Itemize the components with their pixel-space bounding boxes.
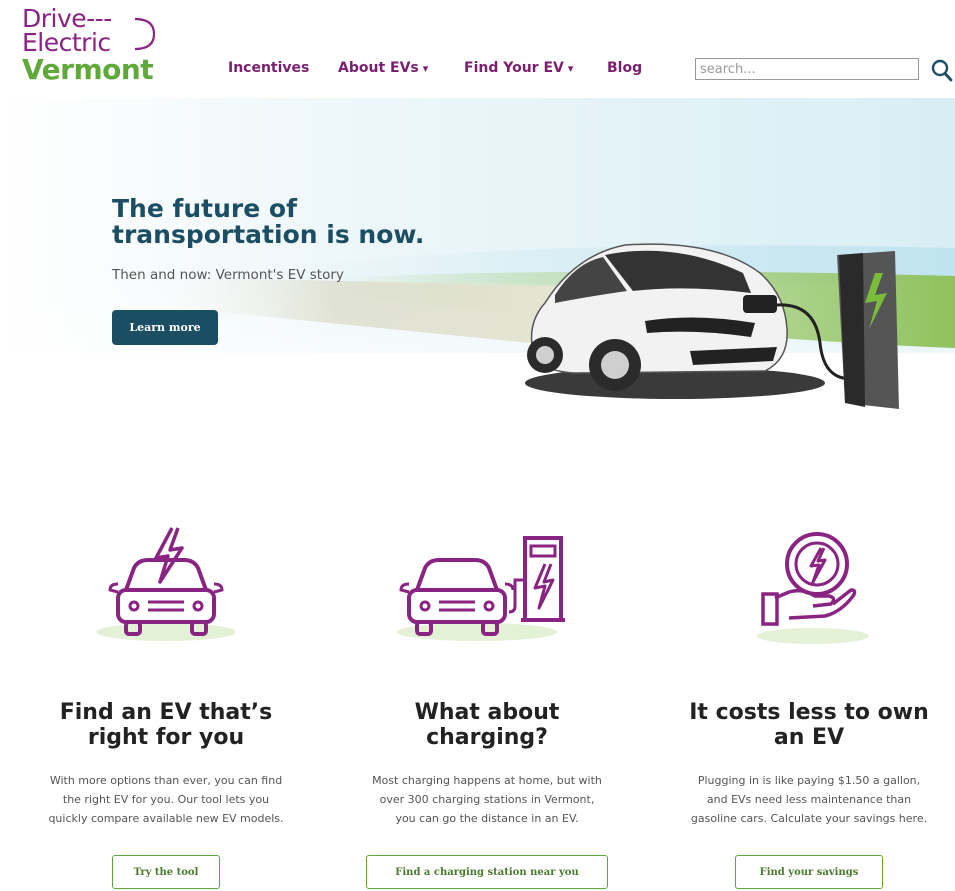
feature-desc-line1: Plugging in is like paying $1.50 a gallo… [697,774,921,787]
drive-electric-vermont-logo[interactable]: Drive--- Electric Vermont [22,4,172,90]
feature-title-line2: right for you [87,725,245,750]
feature-title: It costs less to own an EV [654,700,955,750]
electric-car-charging-illustration [525,243,899,409]
nav-item-incentives[interactable]: Incentives [228,60,309,76]
feature-desc-line3: quickly compare available new EV models. [48,812,284,825]
electric-car-icon [96,527,236,641]
feature-desc-line1: With more options than ever, you can fin… [49,774,283,787]
nav-item-blog[interactable]: Blog [607,60,642,76]
feature-description: Most charging happens at home, but with … [332,771,642,828]
feature-desc-line2: the right EV for you. Our tool lets you [62,793,270,806]
learn-more-button[interactable]: Learn more [112,310,218,345]
feature-title-line1: Find an EV that’s [59,700,273,725]
search-icon[interactable] [930,56,954,84]
feature-title: Find an EV that’s right for you [11,700,321,750]
hero-banner: The future of transportation is now. The… [0,98,955,420]
nav-label: Blog [607,60,643,76]
hero-title: The future of transportation is now. [112,196,532,248]
nav-item-find-your-ev[interactable]: Find Your EV ▾ [464,60,573,76]
hero-title-line2: transportation is now. [112,220,425,249]
feature-title: What about charging? [332,700,642,750]
feature-desc-line1: Most charging happens at home, but with [372,774,602,787]
find-charging-station-button[interactable]: Find a charging station near you [366,855,608,889]
nav-label: Incentives [228,60,310,76]
feature-find-ev: Find an EV that’s right for you With mor… [11,520,321,889]
feature-title-line2: charging? [426,725,548,750]
feature-description: Plugging in is like paying $1.50 a gallo… [654,771,955,828]
feature-savings: It costs less to own an EV Plugging in i… [654,520,955,889]
nav-item-about-evs[interactable]: About EVs ▾ [338,60,428,76]
feature-title-line1: What about [414,700,560,725]
site-header: Drive--- Electric Vermont Incentives Abo… [0,0,955,98]
hero-subtitle: Then and now: Vermont's EV story [112,267,344,283]
feature-desc-line2: over 300 charging stations in Vermont, [379,793,595,806]
savings-hand-icon [757,532,869,644]
nav-label: About EVs [338,60,419,76]
find-your-savings-button[interactable]: Find your savings [735,855,883,889]
try-the-tool-button[interactable]: Try the tool [112,855,220,889]
feature-description: With more options than ever, you can fin… [11,771,321,828]
hero-title-line1: The future of [112,194,297,223]
feature-desc-line3: gasoline cars. Calculate your savings he… [690,812,928,825]
search-input[interactable] [695,58,919,80]
chevron-down-icon: ▾ [567,62,574,75]
feature-desc-line3: you can go the distance in an EV. [395,812,579,825]
nav-label: Find Your EV [464,60,564,76]
feature-charging: What about charging? Most charging happe… [332,520,642,889]
feature-desc-line2: and EVs need less maintenance than [706,793,912,806]
feature-title-line1: It costs less to own [689,700,929,725]
charging-station-icon [397,536,565,641]
logo-plug-curve [134,17,156,51]
feature-title-line2: an EV [773,725,845,750]
chevron-down-icon: ▾ [422,62,429,75]
